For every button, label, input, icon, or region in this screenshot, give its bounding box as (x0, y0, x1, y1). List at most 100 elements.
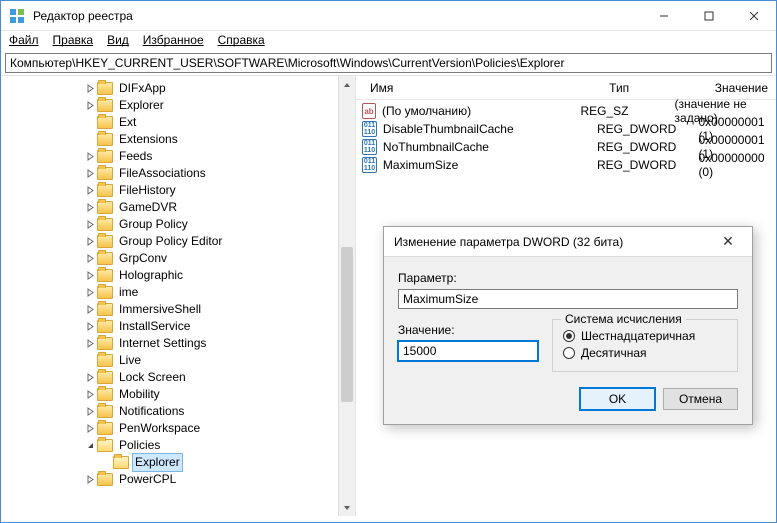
chevron-right-icon[interactable] (83, 475, 97, 484)
chevron-right-icon[interactable] (83, 84, 97, 93)
tree-pane: DIFxAppExplorerExtExtensionsFeedsFileAss… (1, 76, 356, 516)
chevron-right-icon[interactable] (83, 101, 97, 110)
dialog-close-button[interactable]: ✕ (714, 233, 742, 250)
folder-icon (97, 439, 113, 452)
chevron-right-icon[interactable] (83, 288, 97, 297)
tree-item-holographic[interactable]: Holographic (1, 267, 355, 284)
param-label: Параметр: (398, 271, 738, 285)
chevron-right-icon[interactable] (83, 390, 97, 399)
tree-item-policies[interactable]: Policies (1, 437, 355, 454)
tree-item-group-policy[interactable]: Group Policy (1, 216, 355, 233)
folder-icon (97, 269, 113, 282)
chevron-right-icon[interactable] (83, 271, 97, 280)
chevron-right-icon[interactable] (83, 237, 97, 246)
tree-item-label: InstallService (117, 318, 192, 335)
dialog-title-bar[interactable]: Изменение параметра DWORD (32 бита) ✕ (384, 227, 752, 257)
menu-view[interactable]: Вид (107, 33, 129, 47)
tree-item-extensions[interactable]: Extensions (1, 131, 355, 148)
col-header-value[interactable]: Значение (707, 77, 776, 99)
folder-icon (97, 354, 113, 367)
tree-item-powercpl[interactable]: PowerCPL (1, 471, 355, 488)
cancel-button[interactable]: Отмена (663, 388, 738, 410)
value-type: REG_DWORD (597, 122, 698, 136)
tree-item-fileassociations[interactable]: FileAssociations (1, 165, 355, 182)
tree-item-grpconv[interactable]: GrpConv (1, 250, 355, 267)
tree-item-label: Extensions (117, 131, 180, 148)
menu-edit[interactable]: Правка (53, 33, 94, 47)
folder-icon (97, 150, 113, 163)
tree-item-explorer[interactable]: Explorer (1, 454, 355, 471)
tree-item-label: Policies (117, 437, 162, 454)
tree-item-explorer[interactable]: Explorer (1, 97, 355, 114)
folder-icon (97, 133, 113, 146)
chevron-right-icon[interactable] (83, 220, 97, 229)
tree-item-notifications[interactable]: Notifications (1, 403, 355, 420)
base-fieldset: Система исчисления Шестнадцатеричная Дес… (552, 319, 738, 372)
value-name: NoThumbnailCache (383, 140, 597, 154)
chevron-right-icon[interactable] (83, 339, 97, 348)
tree-item-penworkspace[interactable]: PenWorkspace (1, 420, 355, 437)
chevron-right-icon[interactable] (83, 203, 97, 212)
tree-item-lock-screen[interactable]: Lock Screen (1, 369, 355, 386)
tree-item-ime[interactable]: ime (1, 284, 355, 301)
chevron-right-icon[interactable] (83, 424, 97, 433)
tree-item-group-policy-editor[interactable]: Group Policy Editor (1, 233, 355, 250)
menu-favorites[interactable]: Избранное (143, 33, 204, 47)
scroll-down-arrow[interactable] (339, 499, 355, 516)
maximize-button[interactable] (686, 1, 731, 30)
dword-value-icon: 011 110 (362, 121, 377, 137)
tree-item-label: Explorer (117, 97, 166, 114)
radio-dec[interactable]: Десятичная (563, 346, 727, 360)
col-header-type[interactable]: Тип (601, 77, 707, 99)
chevron-right-icon[interactable] (83, 254, 97, 263)
tree-item-feeds[interactable]: Feeds (1, 148, 355, 165)
minimize-button[interactable] (641, 1, 686, 30)
value-input[interactable] (398, 341, 538, 361)
tree-item-installservice[interactable]: InstallService (1, 318, 355, 335)
scroll-up-arrow[interactable] (339, 76, 355, 93)
chevron-down-icon[interactable] (83, 441, 97, 450)
tree-item-label: PenWorkspace (117, 420, 202, 437)
tree-item-ext[interactable]: Ext (1, 114, 355, 131)
dword-value-icon: 011 110 (362, 139, 377, 155)
chevron-right-icon[interactable] (83, 305, 97, 314)
close-button[interactable] (731, 1, 776, 30)
value-type: REG_DWORD (597, 158, 698, 172)
radio-hex[interactable]: Шестнадцатеричная (563, 329, 727, 343)
folder-icon (97, 99, 113, 112)
chevron-right-icon[interactable] (83, 322, 97, 331)
tree-item-immersiveshell[interactable]: ImmersiveShell (1, 301, 355, 318)
folder-icon (97, 167, 113, 180)
tree-item-label: FileAssociations (117, 165, 208, 182)
chevron-right-icon[interactable] (83, 152, 97, 161)
menu-help[interactable]: Справка (218, 33, 265, 47)
tree-item-mobility[interactable]: Mobility (1, 386, 355, 403)
window-title: Редактор реестра (33, 9, 641, 23)
col-header-name[interactable]: Имя (362, 77, 601, 99)
radio-dec-label: Десятичная (581, 346, 647, 360)
folder-icon (97, 473, 113, 486)
chevron-right-icon[interactable] (83, 407, 97, 416)
tree-scrollbar[interactable] (338, 76, 355, 516)
chevron-right-icon[interactable] (83, 186, 97, 195)
base-legend: Система исчисления (561, 312, 686, 326)
tree-item-difxapp[interactable]: DIFxApp (1, 80, 355, 97)
folder-icon (97, 405, 113, 418)
tree-item-filehistory[interactable]: FileHistory (1, 182, 355, 199)
chevron-right-icon[interactable] (83, 373, 97, 382)
chevron-right-icon[interactable] (83, 169, 97, 178)
title-bar[interactable]: Редактор реестра (1, 1, 776, 31)
tree-item-live[interactable]: Live (1, 352, 355, 369)
ok-button[interactable]: OK (580, 388, 655, 410)
value-row[interactable]: 011 110MaximumSizeREG_DWORD0x00000000 (0… (356, 156, 776, 174)
tree-item-internet-settings[interactable]: Internet Settings (1, 335, 355, 352)
address-bar[interactable]: Компьютер\HKEY_CURRENT_USER\SOFTWARE\Mic… (5, 53, 772, 73)
param-name-input[interactable] (398, 289, 738, 309)
tree-item-gamedvr[interactable]: GameDVR (1, 199, 355, 216)
tree-item-label: Mobility (117, 386, 162, 403)
folder-icon (97, 252, 113, 265)
folder-icon (97, 337, 113, 350)
folder-icon (97, 320, 113, 333)
scroll-thumb[interactable] (341, 247, 353, 401)
menu-file[interactable]: Файл (9, 33, 39, 47)
